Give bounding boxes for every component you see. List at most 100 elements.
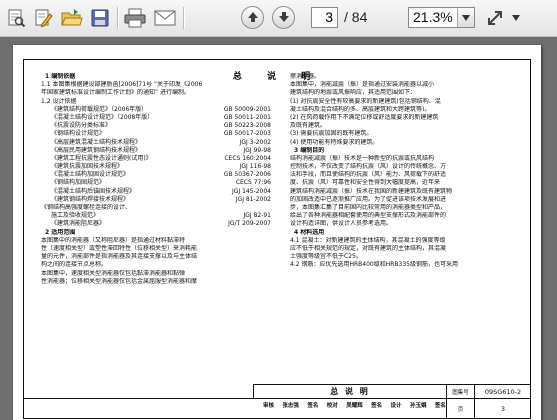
standard-code: GB 50367-2006 [223,171,271,179]
text-line: 步，本图集汇集了目前国内比较常用的消能器类型和产品， [290,204,447,211]
previous-page-icon [247,8,259,27]
section-heading: 3 编制目的 [294,146,325,154]
text-line: 本图集中，速度相关型消能器仅包括黏滞消能器和黏弹 [41,269,186,277]
text-line: (3) 需要抗震加固的既有建筑。 [290,130,373,138]
standard-name: 《钢结构加固规范》 [51,179,106,187]
standard-reference: 《钢结构设计规范》 GB 50017-2003 [41,130,273,138]
signature-cells: 审核 张志强 签名 校对 吴耀辉 签名 设计 孙玉娟 签名 [263,401,446,409]
signature-cell: 签名 [307,403,319,409]
fit-page-icon[interactable] [483,6,507,30]
previous-page-button[interactable] [241,6,264,29]
standard-code: JGJ 116-98 [239,163,271,171]
signature-cell: 孙玉娟 [409,403,427,409]
page-total-label: / 84 [344,9,368,25]
section-heading: 1 编制依据 [45,73,76,80]
toolbar-options-icon[interactable] [509,6,523,30]
toolbar-separator [117,7,119,29]
standard-code: JGJ 3-2002 [239,138,271,146]
standard-code: JGJ 99-98 [243,146,271,154]
text-line: 设计构造详图，供设计人员参考选用。 [290,220,393,228]
print-icon[interactable] [123,6,147,30]
standard-code: GB 50017-2003 [223,130,271,138]
pdf-page: 总 说 明 1 编制依据 1.1 本图集根据建设部建质函[2006]71号 “关于… [13,45,541,420]
next-page-button[interactable] [272,6,295,29]
standard-code: JGJ 81-2002 [235,195,271,203]
standard-code: JGJ 82-91 [243,212,271,220]
open-folder-icon[interactable] [60,6,84,30]
next-page-icon [278,8,290,27]
standard-reference: 《建筑消能阻尼器》 JG/T 209-2007 [41,220,273,228]
standard-name: 《混凝土结构设计规范》（2008年版） [51,113,154,121]
zoom-select[interactable]: 21.3% [408,7,475,28]
text-line: 4.1 混凝土：对新建建筑的主体结构，其混凝土的强度等级 [290,236,446,244]
text-line: 应不低于相关规范的规定，对既有建筑的主体结构，其混凝 [290,244,447,252]
signature-row: 审核 张志强 签名 校对 吴耀辉 签名 设计 孙玉娟 签名 [23,398,446,419]
standard-name: 《高层建筑混凝土结构技术规程》 [51,138,142,146]
text-line: 年国家建筑标准设计编制工作计划》的通知” 进行编制。 [41,89,191,97]
text-line: 土强度等级宜不低于C25。 [290,253,362,261]
signature-cell: 签名 [371,403,383,409]
title-block-title: 总 说 明 [253,384,446,398]
text-line: 构之间的连接节点总称。 [41,261,108,269]
standard-reference: 《混凝土结构设计规范》（2008年版） GB 50011-2001 [41,114,273,122]
text-line: 度、抗震（风）可靠性和安全性得到大幅度提高，近年来 [290,179,441,187]
standard-reference: 《钢结构加固规范》 CECS 77:96 [41,179,273,187]
section-heading: 2 适用范围 [45,228,76,236]
standard-reference: 《高层建筑混凝土结构技术规程》 JGJ 3-2002 [41,139,273,147]
text-line: (2) 在风荷载作用下不满足位移或舒适度要求的新建建筑 [290,113,439,121]
section-heading: 4 材料选用 [294,228,325,236]
toolbar: 3 / 84 21.3% [0,0,557,37]
chevron-down-icon[interactable] [457,8,474,27]
signature-cell: 审核 [263,403,275,409]
toolbar-separator [183,7,185,29]
text-line: 建筑结构的地震或风振响应，其适用范围如下： [290,89,417,97]
text-line: 1.2 设计依据 [41,97,77,105]
standard-name: 《建筑消能阻尼器》 [51,220,106,228]
text-line: 1.1 本图集根据建设部建质函[2006]71号 “关于印发《2006 [41,81,203,89]
signature-cell: 张志强 [282,403,299,409]
standard-name: 《钢结构设计规范》 [51,130,106,138]
text-line: 性（速度相关型）或塑性滞回特性（位移相关型）来消耗能 [41,244,198,252]
signature-cell: 设计 [390,403,402,409]
text-line: (1) 对抗震安全性有较高要求的新建建筑(包括钢结构、混 [290,97,441,105]
atlas-number-label: 图集号 [446,384,474,398]
print-preview-icon[interactable] [4,6,28,30]
standard-reference: 《建筑结构荷载规范》（2006年版） GB 50009-2001 [41,106,273,114]
standard-code: JG/T 209-2007 [228,220,271,228]
text-line: 给出了各种消能器相配套使用的典型支撑形式及消能部件的 [290,212,447,220]
standard-code: GB 50009-2001 [223,105,271,113]
page-number: 3 [474,398,531,419]
edit-document-icon[interactable] [31,6,55,30]
save-icon[interactable] [88,6,112,30]
text-line: 及既有建筑。 [290,122,327,130]
standard-code: GB 50011-2001 [223,113,271,121]
standard-code: GB 50223-2008 [223,122,271,130]
text-line: 控制技术，不仅改变了结构抗震（风）设计的传统概念、方 [290,163,447,171]
left-text-column: 1 编制依据 1.1 本图集根据建设部建质函[2006]71号 “关于印发《200… [41,73,273,286]
text-line: 建筑结构消能减震（振）技术在我国的新建建筑及既有建筑物 [290,187,453,195]
text-line: 性消能器；位移相关型消能器仅包括金属屈服型消能器和摩 [41,277,198,285]
standard-reference: 《建筑工程抗震性态设计通则(试用)》 CECS 160:2004 [41,155,273,163]
standard-reference: 《建筑钢结构焊接技术规程》 JGJ 81-2002 [41,196,273,204]
text-line: 本图集中，消能减震（振）是指通过安装消能器以减小 [290,81,435,89]
text-line: 4.2 钢筋：应优先选用HRB400级和HRB335级钢筋，也可采用 [290,261,458,269]
text-line: (4) 使用功能有特殊要求的建筑。 [290,138,379,146]
text-line: 量的元件，消能部件是指消能器及其连接支撑以及与主体结 [41,253,198,261]
text-line: 法和手段，而且使结构的抗震（风）能力、风荷载下的舒适 [290,171,447,179]
standard-name: 《建筑结构荷载规范》（2006年版） [51,105,148,113]
email-icon[interactable] [153,6,177,30]
text-line: 《钢结构高强度螺栓连接的设计、 [41,204,132,211]
standard-name: 《建筑钢结构焊接技术规程》 [51,195,130,203]
text-line: 擦消能器。 [290,73,321,80]
text-line: 本图集中的消能器（又称阻尼器）是指通过材料黏滞特 [41,236,186,244]
signature-cell: 校对 [326,403,338,409]
standard-reference: 《高层民用建筑钢结构技术规程》 JGJ 99-98 [41,147,273,155]
page-number-input[interactable]: 3 [311,7,338,28]
atlas-number: 09SG610-2 [474,384,531,398]
document-viewport[interactable]: 总 说 明 1 编制依据 1.1 本图集根据建设部建质函[2006]71号 “关于… [0,37,557,420]
standard-name: 《混凝土结构后锚固技术规程》 [51,187,136,195]
signature-cell: 签名 [434,403,446,409]
standard-name: 《高层民用建筑钢结构技术规程》 [51,146,142,154]
standard-code: CECS 160:2004 [224,154,271,162]
right-text-column: 擦消能器。 本图集中，消能减震（振）是指通过安装消能器以减小 建筑结构的地震或风振… [290,73,512,270]
